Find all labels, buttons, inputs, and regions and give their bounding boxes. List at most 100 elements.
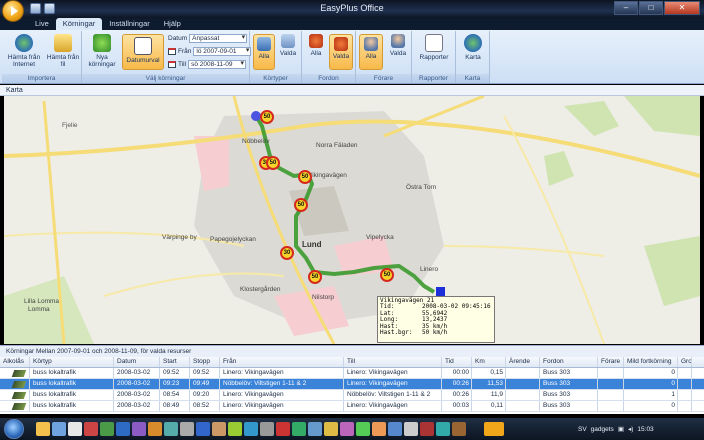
app-icon[interactable] bbox=[372, 422, 386, 436]
column-header[interactable]: Datum bbox=[114, 357, 160, 367]
forare-all-button[interactable]: Alla bbox=[359, 34, 383, 70]
app-icon[interactable] bbox=[324, 422, 338, 436]
app-icon[interactable] bbox=[308, 422, 322, 436]
table-cell: 11,53 bbox=[472, 379, 506, 389]
tab-live[interactable]: Live bbox=[28, 18, 56, 30]
column-header[interactable]: Från bbox=[220, 357, 344, 367]
tab-korningar[interactable]: Körningar bbox=[55, 18, 103, 30]
app-icon[interactable] bbox=[84, 422, 98, 436]
table-row[interactable]: buss lokaltrafik 2008-03-02 08:49 08:52 Line… bbox=[0, 401, 704, 412]
table-row[interactable]: buss lokaltrafik 2008-03-02 09:52 09:52 Line… bbox=[0, 368, 704, 379]
app-icon[interactable] bbox=[436, 422, 450, 436]
maximize-button[interactable]: □ bbox=[639, 1, 663, 15]
kortyper-selected-button[interactable]: Valda bbox=[277, 34, 299, 57]
column-header[interactable]: Alkolås bbox=[0, 357, 30, 367]
app-icon[interactable] bbox=[116, 422, 130, 436]
globe-download-icon bbox=[15, 34, 33, 52]
date-range-select[interactable]: Anpassat bbox=[189, 34, 248, 43]
clock[interactable]: 15:03 bbox=[637, 426, 653, 433]
app-icon[interactable] bbox=[356, 422, 370, 436]
speed-limit-sign[interactable]: 50 bbox=[260, 110, 274, 124]
fordon-selected-button[interactable]: Valda bbox=[329, 34, 353, 70]
app-icon[interactable] bbox=[132, 422, 146, 436]
reports-button[interactable]: Rapporter bbox=[416, 34, 452, 61]
app-icon[interactable] bbox=[180, 422, 194, 436]
column-header[interactable]: Ärende bbox=[506, 357, 540, 367]
table-cell: buss lokaltrafik bbox=[30, 368, 114, 378]
app-icon[interactable] bbox=[276, 422, 290, 436]
fetch-file-button[interactable]: Hämta från fil bbox=[46, 34, 80, 68]
minimize-button[interactable]: – bbox=[614, 1, 638, 15]
table-cell: Linero: Vikingavägen bbox=[220, 390, 344, 400]
fordon-all-button[interactable]: Alla bbox=[305, 34, 327, 57]
map-canvas bbox=[4, 96, 700, 344]
easyplus-task-icon[interactable] bbox=[484, 422, 504, 436]
fetch-internet-button[interactable]: Hämta från Internet bbox=[6, 34, 42, 68]
tab-installningar[interactable]: Inställningar bbox=[102, 18, 156, 30]
app-icon[interactable] bbox=[148, 422, 162, 436]
table-row[interactable]: buss lokaltrafik 2008-03-02 08:54 09:20 Line… bbox=[0, 390, 704, 401]
table-cell: 09:49 bbox=[190, 379, 220, 389]
app-icon[interactable] bbox=[404, 422, 418, 436]
car-icon bbox=[309, 34, 323, 48]
column-header[interactable]: Stopp bbox=[190, 357, 220, 367]
app-icon[interactable] bbox=[68, 422, 82, 436]
column-header[interactable]: Fordon bbox=[540, 357, 598, 367]
gadgets-label[interactable]: gadgets bbox=[591, 426, 614, 433]
app-icon[interactable] bbox=[196, 422, 210, 436]
speed-limit-sign[interactable]: 50 bbox=[294, 198, 308, 212]
table-cell: Buss 303 bbox=[540, 368, 598, 378]
column-header[interactable]: Förare bbox=[598, 357, 624, 367]
close-button[interactable]: ✕ bbox=[664, 1, 700, 15]
app-icon[interactable] bbox=[164, 422, 178, 436]
table-cell: 09:52 bbox=[190, 368, 220, 378]
speed-limit-sign[interactable]: 30 bbox=[280, 246, 294, 260]
map-label: Värpinge by bbox=[162, 234, 197, 241]
alcolock-cell bbox=[0, 390, 30, 400]
tab-hjalp[interactable]: Hjälp bbox=[157, 18, 188, 30]
map-label: Östra Torn bbox=[406, 184, 437, 191]
date-filter-button[interactable]: Datumurval bbox=[122, 34, 164, 70]
app-icon[interactable] bbox=[340, 422, 354, 436]
alcolock-cell bbox=[0, 379, 30, 389]
column-header[interactable]: Gro bbox=[678, 357, 692, 367]
app-icon[interactable] bbox=[212, 422, 226, 436]
new-runs-button[interactable]: Nya körningar bbox=[86, 34, 118, 68]
speed-limit-sign[interactable]: 50 bbox=[308, 270, 322, 284]
column-header[interactable]: Start bbox=[160, 357, 190, 367]
network-icon[interactable]: ▣ bbox=[618, 425, 624, 433]
application-menu-button[interactable] bbox=[2, 0, 24, 22]
app-icon[interactable] bbox=[244, 422, 258, 436]
map-view[interactable]: Fjelie Nöbbelöv Norra Fäladen Östra Torn… bbox=[4, 96, 700, 344]
app-icon[interactable] bbox=[452, 422, 466, 436]
from-date-picker[interactable]: lö 2007-09-01 bbox=[193, 47, 252, 56]
speed-limit-sign[interactable]: 50 bbox=[266, 156, 280, 170]
group-valj-korningar: Nya körningar Datumurval Datum Anpassat … bbox=[82, 31, 252, 83]
speed-limit-sign[interactable]: 50 bbox=[380, 268, 394, 282]
position-info-tooltip: Vikingavägen 21 Tid: 2008-03-02 09:45:16 … bbox=[377, 296, 495, 343]
column-header[interactable]: Km bbox=[472, 357, 506, 367]
language-indicator[interactable]: SV bbox=[578, 426, 587, 433]
column-header[interactable]: Mild fortkörning bbox=[624, 357, 678, 367]
app-icon[interactable] bbox=[420, 422, 434, 436]
app-icon[interactable] bbox=[292, 422, 306, 436]
kortyper-all-button[interactable]: Alla bbox=[253, 34, 275, 70]
app-icon[interactable] bbox=[260, 422, 274, 436]
to-date-picker[interactable]: sö 2008-11-09 bbox=[188, 60, 247, 69]
start-button[interactable] bbox=[4, 419, 24, 439]
volume-icon[interactable]: ◂) bbox=[628, 425, 633, 433]
column-header[interactable]: Tid bbox=[442, 357, 472, 367]
app-icon[interactable] bbox=[388, 422, 402, 436]
table-row[interactable]: buss lokaltrafik 2008-03-02 09:23 09:49 Nöbb… bbox=[0, 379, 704, 390]
car-icon bbox=[334, 37, 348, 51]
column-header[interactable]: Till bbox=[344, 357, 442, 367]
column-header[interactable]: Körtyp bbox=[30, 357, 114, 367]
explorer-icon[interactable] bbox=[36, 422, 50, 436]
app-icon[interactable] bbox=[228, 422, 242, 436]
forare-selected-button[interactable]: Valda bbox=[386, 34, 410, 57]
app-icon[interactable] bbox=[100, 422, 114, 436]
speed-limit-sign[interactable]: 50 bbox=[298, 170, 312, 184]
map-button[interactable]: Karta bbox=[460, 34, 486, 61]
browser-icon[interactable] bbox=[52, 422, 66, 436]
table-cell: 09:23 bbox=[160, 379, 190, 389]
